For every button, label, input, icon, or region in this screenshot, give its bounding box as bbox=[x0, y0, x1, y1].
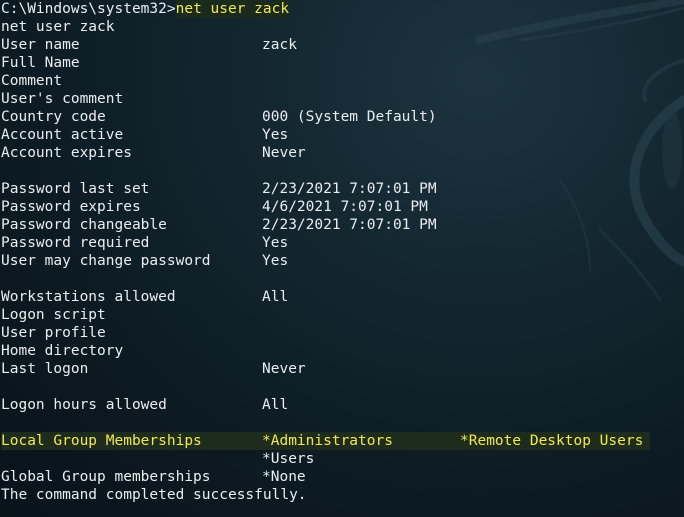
country-code-row: Country code 000 (System Default) bbox=[1, 108, 650, 126]
home-directory-row: Home directory bbox=[1, 342, 650, 360]
user-profile-value bbox=[262, 324, 460, 342]
last-logon-value: Never bbox=[262, 361, 306, 377]
password-last-set-row: Password last set 2/23/2021 7:07:01 PM bbox=[1, 180, 650, 198]
password-changeable-label: Password changeable bbox=[1, 217, 167, 233]
account-expires-row: Account expires Never bbox=[1, 144, 650, 162]
local-group-label: Local Group Memberships bbox=[1, 433, 202, 449]
password-required-label: Password required bbox=[1, 235, 150, 251]
home-directory-label: Home directory bbox=[1, 343, 124, 359]
status-line: The command completed successfully. bbox=[1, 486, 650, 504]
user-name-value: zack bbox=[262, 37, 297, 53]
local-group-row-continued: *Users bbox=[1, 450, 650, 468]
users-comment-row: User's comment bbox=[1, 90, 650, 108]
workstations-label: Workstations allowed bbox=[1, 289, 176, 305]
user-profile-row: User profile bbox=[1, 324, 650, 342]
password-last-set-label: Password last set bbox=[1, 181, 150, 197]
users-comment-label: User's comment bbox=[1, 91, 124, 107]
password-expires-row: Password expires 4/6/2021 7:07:01 PM bbox=[1, 198, 650, 216]
user-profile-label: User profile bbox=[1, 325, 106, 341]
account-active-row: Account active Yes bbox=[1, 126, 650, 144]
user-may-change-label: User may change password bbox=[1, 253, 211, 269]
echo-line: net user zack bbox=[1, 18, 650, 36]
full-name-label: Full Name bbox=[1, 55, 80, 71]
password-changeable-value: 2/23/2021 7:07:01 PM bbox=[262, 217, 437, 233]
local-group-spacer bbox=[1, 450, 262, 468]
last-logon-label: Last logon bbox=[1, 361, 89, 377]
account-active-value: Yes bbox=[262, 127, 289, 143]
user-name-row: User name zack bbox=[1, 36, 650, 54]
users-comment-value bbox=[262, 90, 460, 108]
echo-command: net user zack bbox=[1, 19, 115, 35]
global-group-label: Global Group memberships bbox=[1, 469, 211, 485]
account-expires-label: Account expires bbox=[1, 145, 132, 161]
logon-hours-row: Logon hours allowed All bbox=[1, 396, 650, 414]
comment-row: Comment bbox=[1, 72, 650, 90]
user-name-label: User name bbox=[1, 37, 80, 53]
country-code-value: 000 (System Default) bbox=[262, 109, 437, 125]
local-group-item: *Remote Desktop Users bbox=[460, 433, 644, 449]
user-may-change-row: User may change password Yes bbox=[1, 252, 650, 270]
logon-script-value bbox=[262, 306, 460, 324]
logon-script-row: Logon script bbox=[1, 306, 650, 324]
status-message: The command completed successfully. bbox=[1, 487, 307, 503]
password-required-value: Yes bbox=[262, 235, 289, 251]
global-group-row: Global Group memberships *None bbox=[1, 468, 650, 486]
password-changeable-row: Password changeable 2/23/2021 7:07:01 PM bbox=[1, 216, 650, 234]
global-group-item: *None bbox=[262, 469, 306, 485]
password-required-row: Password required Yes bbox=[1, 234, 650, 252]
password-last-set-value: 2/23/2021 7:07:01 PM bbox=[262, 181, 437, 197]
account-expires-value: Never bbox=[262, 145, 306, 161]
user-may-change-value: Yes bbox=[262, 253, 289, 269]
logon-hours-value: All bbox=[262, 397, 289, 413]
local-group-row[interactable]: Local Group Memberships *Administrators *R… bbox=[1, 432, 650, 450]
home-directory-value bbox=[262, 342, 460, 360]
country-code-label: Country code bbox=[1, 109, 106, 125]
logon-script-label: Logon script bbox=[1, 307, 106, 323]
local-group-item: *Administrators bbox=[262, 433, 393, 449]
prompt-command[interactable]: net user zack bbox=[175, 0, 290, 18]
comment-label: Comment bbox=[1, 73, 63, 89]
local-group-item: *Users bbox=[262, 451, 315, 467]
account-active-label: Account active bbox=[1, 127, 124, 143]
workstations-row: Workstations allowed All bbox=[1, 288, 650, 306]
console-output: C:\Windows\system32> net user zack net us… bbox=[1, 0, 650, 504]
password-expires-label: Password expires bbox=[1, 199, 141, 215]
workstations-value: All bbox=[262, 289, 289, 305]
prompt-line: C:\Windows\system32> net user zack bbox=[1, 0, 650, 18]
full-name-row: Full Name bbox=[1, 54, 650, 72]
prompt-path: C:\Windows\system32> bbox=[1, 1, 176, 17]
terminal-window[interactable]: C:\Windows\system32> net user zack net us… bbox=[0, 0, 684, 517]
logon-hours-label: Logon hours allowed bbox=[1, 397, 167, 413]
comment-value bbox=[262, 72, 460, 90]
full-name-value bbox=[262, 54, 460, 72]
last-logon-row: Last logon Never bbox=[1, 360, 650, 378]
password-expires-value: 4/6/2021 7:07:01 PM bbox=[262, 199, 428, 215]
